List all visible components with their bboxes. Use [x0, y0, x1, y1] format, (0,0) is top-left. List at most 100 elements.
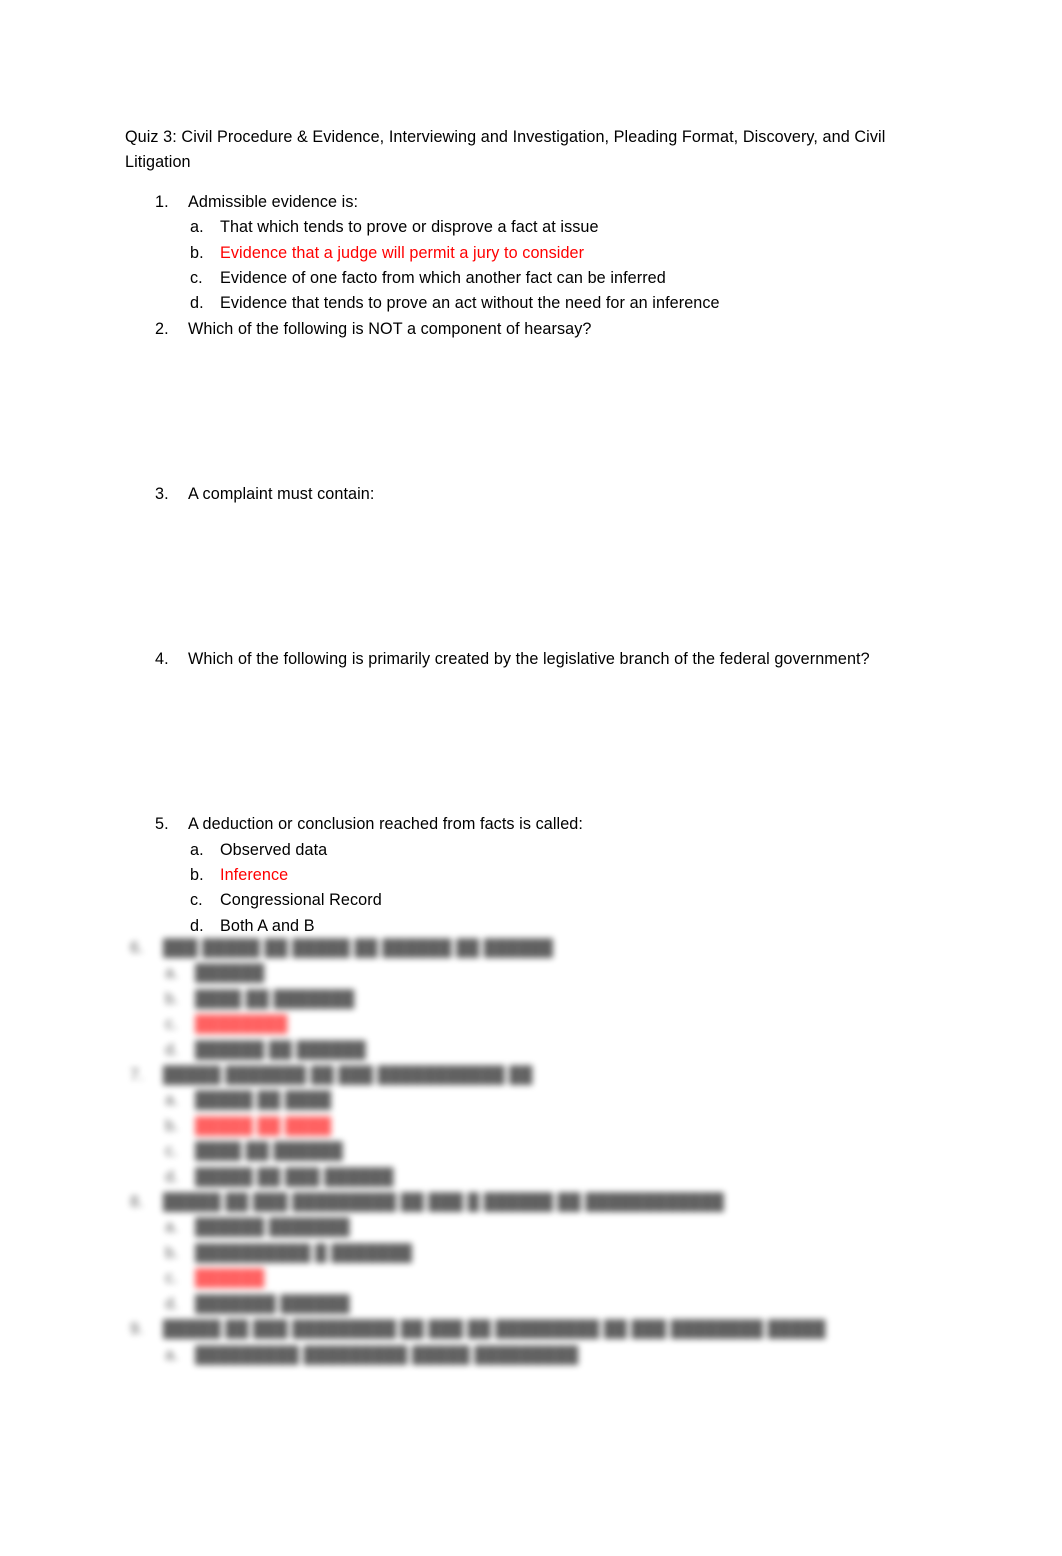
- question-item: 3. A complaint must contain:: [125, 482, 937, 647]
- answer-option[interactable]: a. █████ ██ ████: [125, 1088, 1005, 1113]
- question-text: Which of the following is primarily crea…: [188, 650, 870, 669]
- answer-letter: a.: [190, 218, 204, 237]
- answer-letter: a.: [190, 840, 204, 859]
- answer-option-correct[interactable]: b. Evidence that a judge will permit a ju…: [125, 241, 937, 266]
- answer-letter: d.: [190, 294, 204, 313]
- answer-option[interactable]: d. Both A and B: [125, 914, 937, 939]
- blurred-question-item: 6. ███ █████ ██ █████ ██ ██████ ██ ██████…: [125, 936, 1005, 1063]
- answer-option[interactable]: a. █████████ █████████ █████ █████████: [125, 1343, 1005, 1368]
- answer-letter: b.: [165, 989, 179, 1008]
- answer-option[interactable]: c. Evidence of one facto from which anoth…: [125, 266, 937, 291]
- answer-letter: b.: [190, 865, 204, 884]
- question-item: 1. Admissible evidence is: a. That which t…: [125, 190, 937, 317]
- question-number: 6.: [130, 939, 144, 957]
- question-number: 5.: [155, 815, 169, 834]
- question-text: ███ █████ ██ █████ ██ ██████ ██ ██████: [163, 939, 554, 957]
- answer-option[interactable]: a. Observed data: [125, 838, 937, 863]
- question-number: 2.: [155, 319, 169, 338]
- answer-letter: d.: [165, 1294, 179, 1313]
- blurred-content-region: 6. ███ █████ ██ █████ ██ ██████ ██ ██████…: [125, 936, 1005, 1368]
- answer-letter: a.: [165, 1091, 179, 1110]
- answer-letter: d.: [165, 1040, 179, 1059]
- answer-list: a. █████████ █████████ █████ █████████: [125, 1343, 1005, 1368]
- answer-text: █████ ██ ████: [195, 1116, 332, 1135]
- blank-answer-area: [125, 342, 937, 482]
- answer-letter: d.: [190, 916, 204, 935]
- blurred-question-item: 9. █████ ██ ███ █████████ ██ ███ ██ █████…: [125, 1317, 1005, 1368]
- question-text: A complaint must contain:: [188, 484, 375, 503]
- question-list: 1. Admissible evidence is: a. That which t…: [125, 190, 937, 939]
- answer-text: ████ ██ ██████: [195, 1142, 343, 1161]
- blurred-question-item: 8. █████ ██ ███ █████████ ██ ███ █ ██████…: [125, 1190, 1005, 1317]
- answer-option[interactable]: a. ██████ ███████: [125, 1215, 1005, 1240]
- answer-text: ██████████ █ ███████: [195, 1243, 413, 1262]
- question-header: 4. Which of the following is primarily cr…: [125, 647, 937, 672]
- question-number: 1.: [155, 192, 169, 211]
- question-text: █████ ███████ ██ ███ ███████████ ██: [163, 1066, 533, 1085]
- answer-option[interactable]: a. That which tends to prove or disprove …: [125, 215, 937, 240]
- answer-text: That which tends to prove or disprove a …: [220, 218, 599, 237]
- answer-text: Evidence that a judge will permit a jury…: [220, 243, 585, 262]
- answer-letter: b.: [190, 243, 204, 262]
- answer-list: a. Observed data b. Inference c. Congressio…: [125, 838, 937, 940]
- question-header: 1. Admissible evidence is:: [125, 190, 937, 215]
- answer-option-correct[interactable]: b. Inference: [125, 863, 937, 888]
- answer-text: ███████ ██████: [195, 1294, 350, 1313]
- answer-letter: d.: [165, 1167, 179, 1186]
- answer-text: Inference: [220, 865, 289, 884]
- answer-option[interactable]: d. █████ ██ ███ ██████: [125, 1165, 1005, 1190]
- answer-text: ██████ ██ ██████: [195, 1040, 366, 1059]
- answer-list: a. ██████ ███████ b. ██████████ █ ███████ …: [125, 1215, 1005, 1317]
- answer-list: a. ██████ b. ████ ██ ███████ c. ████████ d.…: [125, 961, 1005, 1063]
- answer-text: █████ ██ ███ ██████: [195, 1167, 394, 1186]
- answer-text: Observed data: [220, 840, 328, 859]
- answer-option[interactable]: d. Evidence that tends to prove an act wi…: [125, 291, 937, 316]
- answer-text: ██████: [195, 964, 265, 983]
- answer-option[interactable]: d. ███████ ██████: [125, 1292, 1005, 1317]
- answer-text: Evidence that tends to prove an act with…: [220, 294, 720, 313]
- answer-text: █████████ █████████ █████ █████████: [195, 1345, 579, 1364]
- answer-letter: b.: [165, 1116, 179, 1135]
- answer-option[interactable]: b. ██████████ █ ███████: [125, 1241, 1005, 1266]
- blank-answer-area: [125, 672, 937, 812]
- answer-option[interactable]: a. ██████: [125, 961, 1005, 986]
- answer-text: ██████: [195, 1269, 265, 1288]
- answer-option[interactable]: d. ██████ ██ ██████: [125, 1038, 1005, 1063]
- question-header: 2. Which of the following is NOT a compon…: [125, 317, 937, 342]
- answer-option-correct[interactable]: c. ████████: [125, 1012, 1005, 1037]
- answer-letter: b.: [165, 1243, 179, 1262]
- question-header: 7. █████ ███████ ██ ███ ███████████ ██: [125, 1063, 1005, 1088]
- answer-text: █████ ██ ████: [195, 1091, 332, 1110]
- question-item: 2. Which of the following is NOT a compon…: [125, 317, 937, 482]
- blurred-question-item: 7. █████ ███████ ██ ███ ███████████ ██ a.…: [125, 1063, 1005, 1190]
- question-header: 6. ███ █████ ██ █████ ██ ██████ ██ ██████: [125, 936, 1005, 961]
- answer-letter: a.: [165, 1218, 179, 1237]
- answer-option[interactable]: c. ████ ██ ██████: [125, 1139, 1005, 1164]
- question-number: 8.: [130, 1193, 144, 1212]
- document-page: Quiz 3: Civil Procedure & Evidence, Inte…: [0, 0, 1062, 1556]
- answer-list: a. █████ ██ ████ b. █████ ██ ████ c. ████ █…: [125, 1088, 1005, 1190]
- answer-letter: c.: [190, 891, 203, 910]
- answer-letter: a.: [165, 1345, 179, 1364]
- answer-text: ████ ██ ███████: [195, 989, 355, 1008]
- answer-list: a. That which tends to prove or disprove …: [125, 215, 937, 317]
- question-header: 8. █████ ██ ███ █████████ ██ ███ █ ██████…: [125, 1190, 1005, 1215]
- answer-text: Congressional Record: [220, 891, 382, 910]
- question-item: 5. A deduction or conclusion reached from…: [125, 812, 937, 939]
- answer-text: ████████: [195, 1015, 288, 1034]
- question-text: Which of the following is NOT a componen…: [188, 319, 592, 338]
- question-text: Admissible evidence is:: [188, 192, 359, 211]
- question-number: 7.: [130, 1066, 144, 1085]
- answer-text: Evidence of one facto from which another…: [220, 269, 666, 288]
- answer-text: ██████ ███████: [195, 1218, 350, 1237]
- question-header: 3. A complaint must contain:: [125, 482, 937, 507]
- answer-option[interactable]: b. ████ ██ ███████: [125, 987, 1005, 1012]
- answer-letter: c.: [165, 1142, 178, 1161]
- answer-letter: c.: [165, 1015, 178, 1034]
- answer-letter: c.: [165, 1269, 178, 1288]
- answer-option-correct[interactable]: b. █████ ██ ████: [125, 1114, 1005, 1139]
- answer-option-correct[interactable]: c. ██████: [125, 1266, 1005, 1291]
- answer-option[interactable]: c. Congressional Record: [125, 888, 937, 913]
- question-header: 9. █████ ██ ███ █████████ ██ ███ ██ █████…: [125, 1317, 1005, 1342]
- question-item: 4. Which of the following is primarily cr…: [125, 647, 937, 812]
